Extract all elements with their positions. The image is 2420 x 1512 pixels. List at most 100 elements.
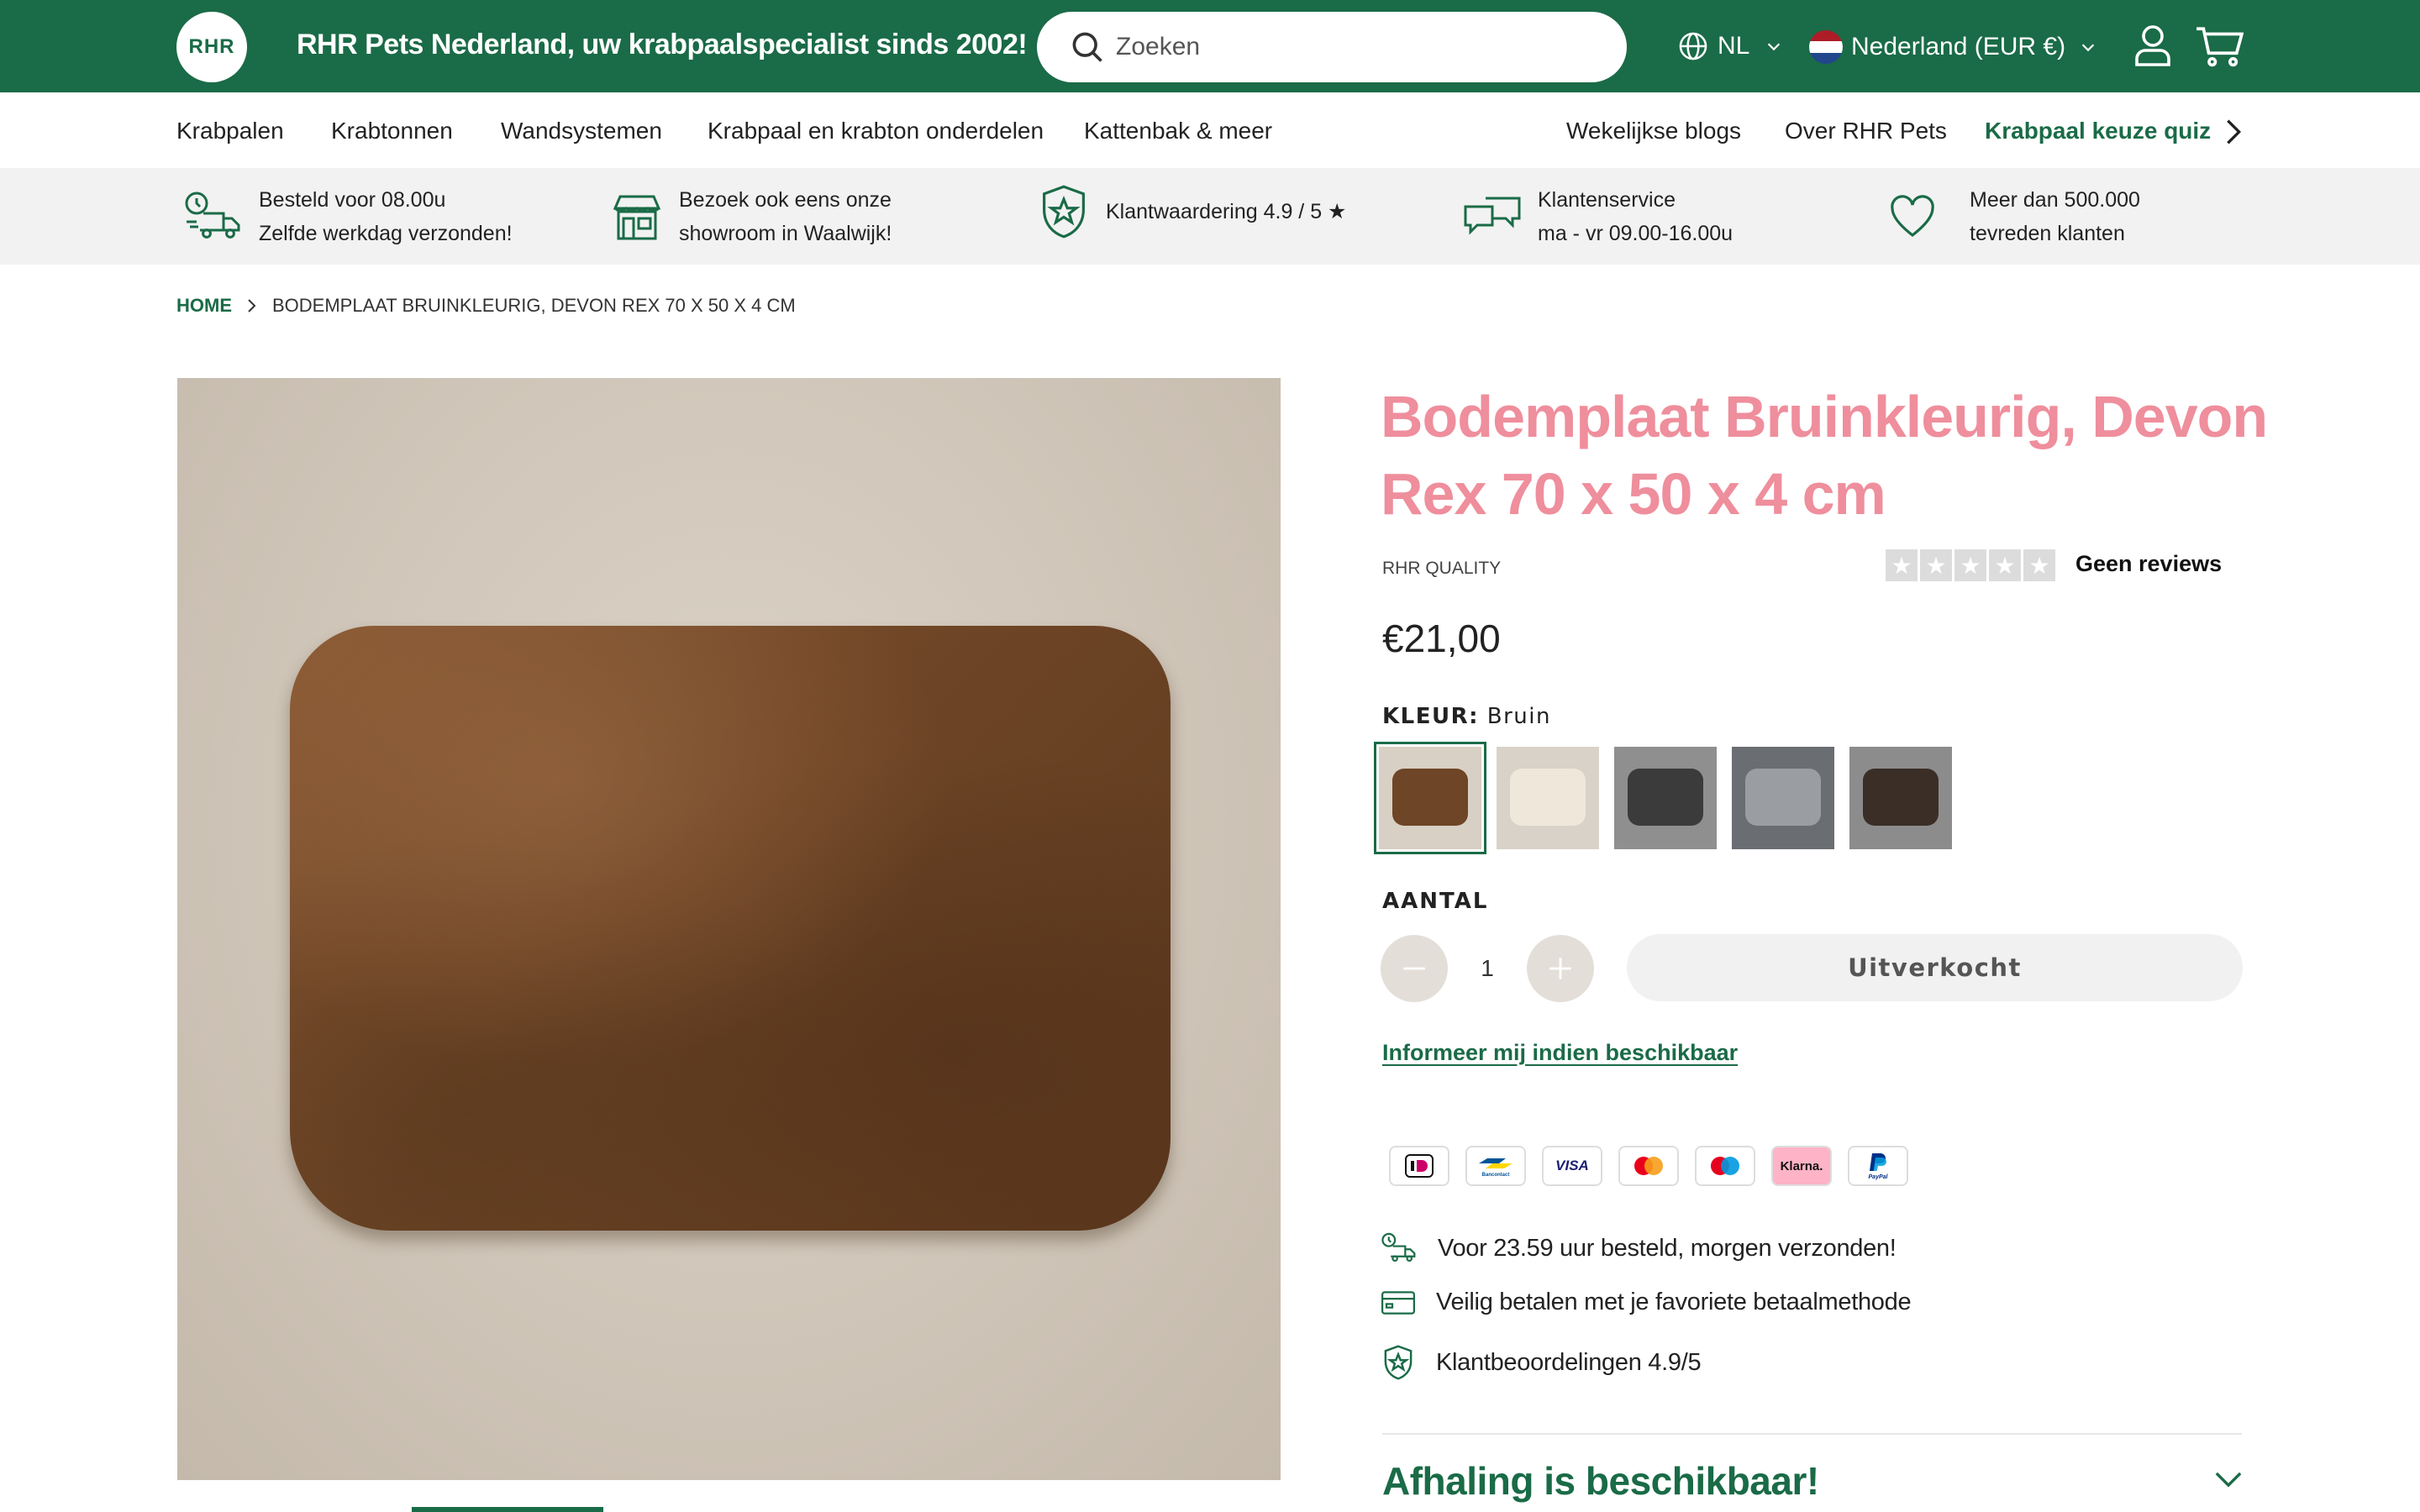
cart-icon[interactable] <box>2195 25 2244 67</box>
product-brand: RHR QUALITY <box>1382 559 1502 578</box>
chevron-down-icon <box>2079 38 2097 56</box>
feature-shipping: Voor 23.59 uur besteld, morgen verzonden… <box>1381 1231 1897 1265</box>
pickup-accordion-title[interactable]: Afhaling is beschikbaar! <box>1382 1458 1819 1504</box>
payment-methods: Bancontact VISA Klarna. PayPal <box>1389 1146 1924 1186</box>
feature-text: Veilig betalen met je favoriete betaalme… <box>1436 1289 1912 1315</box>
nav-item-krabtonnen[interactable]: Krabtonnen <box>331 118 453 144</box>
usp-item-delivery: Besteld voor 08.00u Zelfde werkdag verzon… <box>183 183 513 250</box>
divider <box>1382 1433 2242 1435</box>
usp-text: Klantenservice <box>1538 188 1676 212</box>
breadcrumb-current: BODEMPLAAT BRUINKLEURIG, DEVON REX 70 X … <box>272 295 796 316</box>
top-header: RHR RHR Pets Nederland, uw krabpaalspeci… <box>0 0 2420 92</box>
storefront-icon <box>610 190 664 244</box>
maestro-icon <box>1695 1146 1755 1186</box>
nav-item-blogs[interactable]: Wekelijkse blogs <box>1566 118 1741 144</box>
quantity-label: AANTAL <box>1382 889 1489 914</box>
usp-text: Klantwaardering 4.9 / 5 ★ <box>1106 200 1347 223</box>
star-icon: ★ <box>1886 549 1918 581</box>
breadcrumb: HOME BODEMPLAAT BRUINKLEURIG, DEVON REX … <box>176 295 796 317</box>
heart-icon <box>1889 193 1936 240</box>
search-input[interactable] <box>1116 27 1586 67</box>
shield-star-icon <box>1381 1344 1416 1381</box>
usp-text: tevreden klanten <box>1970 222 2125 245</box>
star-icon: ★ <box>1989 549 2021 581</box>
nav-item-wandsystemen[interactable]: Wandsystemen <box>501 118 662 144</box>
chevron-right-icon[interactable] <box>2225 118 2242 146</box>
svg-text:Bancontact: Bancontact <box>1482 1173 1510 1178</box>
feature-text: Voor 23.59 uur besteld, morgen verzonden… <box>1438 1234 1897 1262</box>
usp-text: showroom in Waalwijk! <box>679 222 892 245</box>
country-label: Nederland (EUR €) <box>1851 33 2066 60</box>
klarna-icon: Klarna. <box>1771 1146 1832 1186</box>
usp-text: Besteld voor 08.00u <box>259 188 446 212</box>
bancontact-icon: Bancontact <box>1465 1146 1526 1186</box>
language-selector[interactable]: NL <box>1677 30 1783 62</box>
quiz-label: Krabpaal keuze quiz <box>1985 118 2212 144</box>
plus-icon <box>1549 958 1571 979</box>
globe-icon <box>1677 30 1709 62</box>
account-icon[interactable] <box>2133 24 2173 67</box>
search-icon[interactable] <box>1069 29 1106 66</box>
product-mat <box>290 626 1171 1231</box>
paypal-icon: PayPal <box>1848 1146 1908 1186</box>
chevron-right-icon <box>247 297 257 314</box>
feature-payment: Veilig betalen met je favoriete betaalme… <box>1381 1289 1912 1316</box>
feature-text: Klantbeoordelingen 4.9/5 <box>1436 1348 1702 1376</box>
header-tagline: RHR Pets Nederland, uw krabpaalspecialis… <box>297 29 1028 60</box>
usp-bar: Besteld voor 08.00u Zelfde werkdag verzon… <box>0 168 2420 265</box>
feature-rating: Klantbeoordelingen 4.9/5 <box>1381 1344 1702 1381</box>
swatch-grijs[interactable] <box>1732 747 1834 849</box>
usp-item-showroom: Bezoek ook eens onze showroom in Waalwijk… <box>610 183 892 250</box>
color-label: KLEUR: Bruin <box>1382 704 1551 729</box>
rating-stars[interactable]: ★ ★ ★ ★ ★ <box>1886 549 2058 581</box>
notify-availability-link[interactable]: Informeer mij indien beschikbaar <box>1382 1040 1738 1066</box>
quantity-value[interactable]: 1 <box>1448 955 1527 982</box>
main-nav: Krabpalen Krabtonnen Wandsystemen Krabpa… <box>0 92 2420 168</box>
usp-text: Zelfde werkdag verzonden! <box>259 222 513 245</box>
svg-text:PayPal: PayPal <box>1869 1174 1889 1180</box>
chevron-down-icon[interactable] <box>2214 1470 2243 1488</box>
credit-card-icon <box>1381 1289 1416 1316</box>
search-bar[interactable] <box>1037 12 1627 82</box>
star-icon: ★ <box>1920 549 1952 581</box>
star-icon: ★ <box>2023 549 2055 581</box>
usp-text: Bezoek ook eens onze <box>679 188 892 212</box>
delivery-truck-icon <box>183 190 244 244</box>
swatch-antraciet[interactable] <box>1614 747 1717 849</box>
usp-text: ma - vr 09.00-16.00u <box>1538 222 1733 245</box>
swatch-creme[interactable] <box>1497 747 1599 849</box>
breadcrumb-home[interactable]: HOME <box>176 295 232 317</box>
nav-item-krabpalen[interactable]: Krabpalen <box>176 118 284 144</box>
chat-bubbles-icon <box>1462 190 1523 244</box>
star-icon: ★ <box>1954 549 1986 581</box>
mastercard-icon <box>1618 1146 1679 1186</box>
usp-item-rating: Klantwaardering 4.9 / 5 ★ <box>1037 183 1346 240</box>
usp-item-customers: Meer dan 500.000 tevreden klanten <box>1889 183 2140 250</box>
country-selector[interactable]: Nederland (EUR €) <box>1809 30 2097 64</box>
quantity-minus-button[interactable] <box>1381 935 1448 1002</box>
product-price: €21,00 <box>1382 617 1501 660</box>
color-swatches <box>1374 742 1967 854</box>
nav-item-quiz[interactable]: Krabpaal keuze quiz <box>1985 118 2211 144</box>
nav-item-onderdelen[interactable]: Krabpaal en krabton onderdelen <box>708 118 1044 144</box>
quantity-stepper: 1 <box>1381 935 1594 1002</box>
swatch-donkerbruin[interactable] <box>1849 747 1952 849</box>
rhr-logo[interactable]: RHR <box>176 12 247 82</box>
color-label-key: KLEUR: <box>1382 704 1480 729</box>
language-label: NL <box>1718 32 1750 60</box>
fast-delivery-icon <box>1381 1231 1418 1265</box>
nav-item-over[interactable]: Over RHR Pets <box>1785 118 1947 144</box>
quantity-plus-button[interactable] <box>1527 935 1594 1002</box>
color-label-value: Bruin <box>1486 704 1551 729</box>
product-image[interactable] <box>177 378 1281 1480</box>
product-title: Bodemplaat Bruinkleurig, Devon Rex 70 x … <box>1381 384 2268 527</box>
reviews-link[interactable]: Geen reviews <box>2075 551 2222 577</box>
soldout-button[interactable]: Uitverkocht <box>1627 934 2243 1001</box>
nav-item-kattenbak[interactable]: Kattenbak & meer <box>1084 118 1272 144</box>
swatch-bruin[interactable] <box>1374 742 1486 854</box>
gallery-indicator[interactable] <box>412 1507 603 1512</box>
shield-star-icon <box>1037 183 1091 240</box>
chevron-down-icon <box>1765 37 1783 55</box>
ideal-icon <box>1389 1146 1449 1186</box>
netherlands-flag-icon <box>1809 30 1843 64</box>
